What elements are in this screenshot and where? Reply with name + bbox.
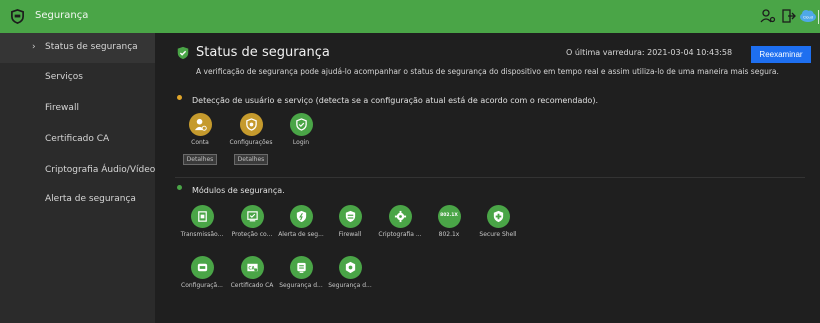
sidebar: › Status de segurança Serviços Firewall …: [0, 33, 155, 323]
logout-icon[interactable]: [780, 8, 796, 24]
settings-icon: [239, 113, 263, 136]
sidebar-item-label: Alerta de segurança: [45, 194, 136, 204]
sidebar-item-label: Serviços: [45, 72, 83, 82]
item-label: Secure Shell: [479, 231, 517, 238]
section-divider: [175, 177, 805, 178]
data-security-icon: [338, 256, 362, 279]
item-label: Segurança d...: [328, 282, 372, 289]
page-description: A verificação de segurança pode ajudá-lo…: [196, 67, 779, 76]
secure-shell-icon: [486, 205, 510, 228]
module-secure-shell[interactable]: Secure Shell: [469, 205, 527, 238]
device-security-icon: [289, 256, 313, 279]
check-item-account[interactable]: Conta Detalhes: [171, 113, 229, 165]
sidebar-item-security-status[interactable]: › Status de segurança: [0, 33, 155, 63]
rescan-button[interactable]: Reexaminar: [751, 46, 811, 63]
last-scan-time: O última varredura: 2021-03-04 10:43:58: [566, 48, 733, 57]
cloud-badge-text: Cloud: [803, 16, 813, 20]
details-button[interactable]: Detalhes: [233, 154, 269, 165]
sidebar-item-label: Certificado CA: [45, 134, 110, 144]
ok-dot-icon: [177, 185, 182, 190]
check-item-login[interactable]: Login: [272, 113, 330, 146]
encryption-icon: [388, 205, 412, 228]
section-title-user-service: Detecção de usuário e serviço (detecta s…: [192, 96, 598, 105]
firewall-icon: [338, 205, 362, 228]
item-label: Conta: [191, 139, 209, 146]
app-title: Segurança: [35, 10, 89, 21]
sidebar-item-label: Status de segurança: [45, 42, 138, 52]
alert-icon: [289, 205, 313, 228]
sidebar-item-services[interactable]: Serviços: [0, 63, 155, 93]
warning-dot-icon: [177, 95, 182, 100]
security-shield-icon: [11, 9, 24, 24]
shield-check-icon: [177, 46, 189, 60]
sidebar-item-av-encryption[interactable]: Criptografia Áudio/Vídeo: [0, 156, 155, 186]
shield-check-icon: [289, 113, 313, 136]
section-title-modules: Módulos de segurança.: [192, 186, 285, 195]
sidebar-item-ca-certificate[interactable]: Certificado CA: [0, 125, 155, 155]
sidebar-item-label: Firewall: [45, 103, 79, 113]
protection-icon: [240, 205, 264, 228]
page-title: Status de segurança: [196, 45, 330, 60]
sidebar-item-security-alert[interactable]: Alerta de segurança: [0, 185, 155, 215]
main-panel: Status de segurança O última varredura: …: [155, 33, 820, 323]
item-label: Login: [292, 139, 310, 146]
title-bar: Segurança Cloud ✕: [0, 0, 820, 33]
transmission-icon: [190, 205, 214, 228]
user-settings-icon[interactable]: [760, 8, 776, 24]
sidebar-item-label: Criptografia Áudio/Vídeo: [45, 165, 156, 175]
chevron-right-icon: ›: [32, 42, 36, 52]
module-data-security[interactable]: Segurança d...: [321, 256, 379, 289]
divider: [818, 10, 819, 24]
user-icon: [188, 113, 212, 136]
details-button[interactable]: Detalhes: [182, 154, 218, 165]
8021x-icon: 802.1X: [437, 205, 461, 228]
certificate-icon: CA: [240, 256, 264, 279]
cloud-icon[interactable]: Cloud: [799, 9, 817, 23]
sidebar-item-firewall[interactable]: Firewall: [0, 94, 155, 124]
config-icon: [190, 256, 214, 279]
module-badge-text: 802.1X: [440, 213, 458, 218]
